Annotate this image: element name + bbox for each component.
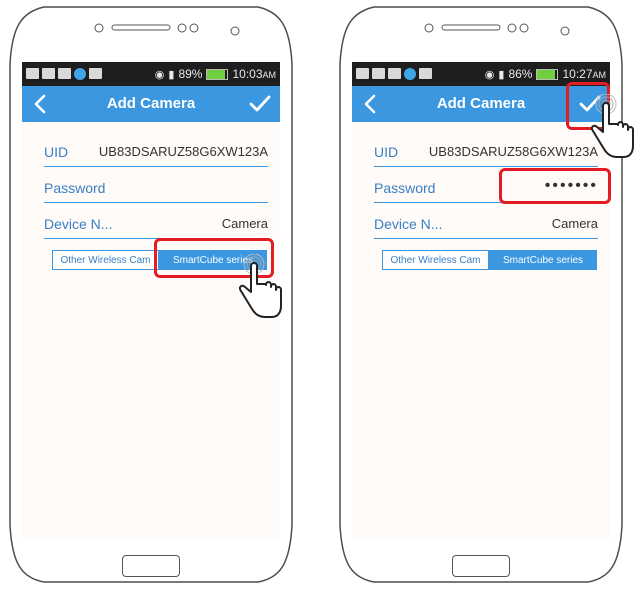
device-name-value: Camera <box>221 216 268 231</box>
phone-right: ◉ ▮ 86% 10:27AM Add Camera UID UB83DSARU… <box>334 4 634 585</box>
segment-other-wireless-cam[interactable]: Other Wireless Cam <box>52 250 159 270</box>
mail-icon <box>388 68 401 79</box>
uid-value: UB83DSARUZ58G6XW123A <box>98 144 268 159</box>
phone-left: ◉ ▮ 89% 10:03AM Add Camera UID UB83DSARU… <box>4 4 298 585</box>
page-title: Add Camera <box>106 95 196 112</box>
segment-other-wireless-cam[interactable]: Other Wireless Cam <box>382 250 489 270</box>
download-icon <box>419 68 432 79</box>
password-field[interactable]: Password <box>44 172 268 203</box>
uid-label: UID <box>374 144 399 160</box>
signal-icon: ▮ <box>168 68 175 81</box>
battery-percent: 86% <box>508 67 533 81</box>
device-name-field[interactable]: Device N... Camera <box>44 208 268 239</box>
app-screen: ◉ ▮ 86% 10:27AM Add Camera UID UB83DSARU… <box>352 62 610 538</box>
confirm-check-icon[interactable] <box>248 92 272 116</box>
front-camera <box>560 26 570 36</box>
speaker-grille <box>94 23 199 33</box>
highlight-box-password <box>499 168 611 204</box>
status-bar: ◉ ▮ 89% 10:03AM <box>22 62 280 86</box>
image-icon <box>26 68 39 79</box>
battery-icon <box>536 68 559 80</box>
app-notification-icon <box>404 68 416 80</box>
speaker-grille <box>424 23 529 33</box>
wifi-icon: ◉ <box>154 68 165 81</box>
home-button[interactable] <box>122 555 180 577</box>
uid-field[interactable]: UID UB83DSARUZ58G6XW123A <box>374 136 598 167</box>
segment-smartcube-series[interactable]: SmartCube series <box>489 250 597 270</box>
image-icon <box>356 68 369 79</box>
wifi-icon: ◉ <box>484 68 495 81</box>
battery-icon <box>206 68 229 80</box>
tap-hand-icon <box>238 254 282 318</box>
uid-label: UID <box>44 144 69 160</box>
password-label: Password <box>44 180 106 196</box>
clock: 10:27AM <box>562 67 606 81</box>
front-camera <box>230 26 240 36</box>
photo-icon <box>42 68 55 79</box>
device-name-value: Camera <box>551 216 598 231</box>
photo-icon <box>372 68 385 79</box>
clock: 10:03AM <box>232 67 276 81</box>
mail-icon <box>58 68 71 79</box>
battery-percent: 89% <box>178 67 203 81</box>
signal-icon: ▮ <box>498 68 505 81</box>
tap-hand-icon <box>590 94 634 158</box>
app-notification-icon <box>74 68 86 80</box>
download-icon <box>89 68 102 79</box>
camera-type-selector: Other Wireless Cam SmartCube series <box>382 250 610 272</box>
device-name-label: Device N... <box>374 216 443 232</box>
uid-field[interactable]: UID UB83DSARUZ58G6XW123A <box>44 136 268 167</box>
device-name-label: Device N... <box>44 216 113 232</box>
home-button[interactable] <box>452 555 510 577</box>
device-name-field[interactable]: Device N... Camera <box>374 208 598 239</box>
app-header: Add Camera <box>22 86 280 122</box>
uid-value: UB83DSARUZ58G6XW123A <box>428 144 598 159</box>
password-label: Password <box>374 180 436 196</box>
